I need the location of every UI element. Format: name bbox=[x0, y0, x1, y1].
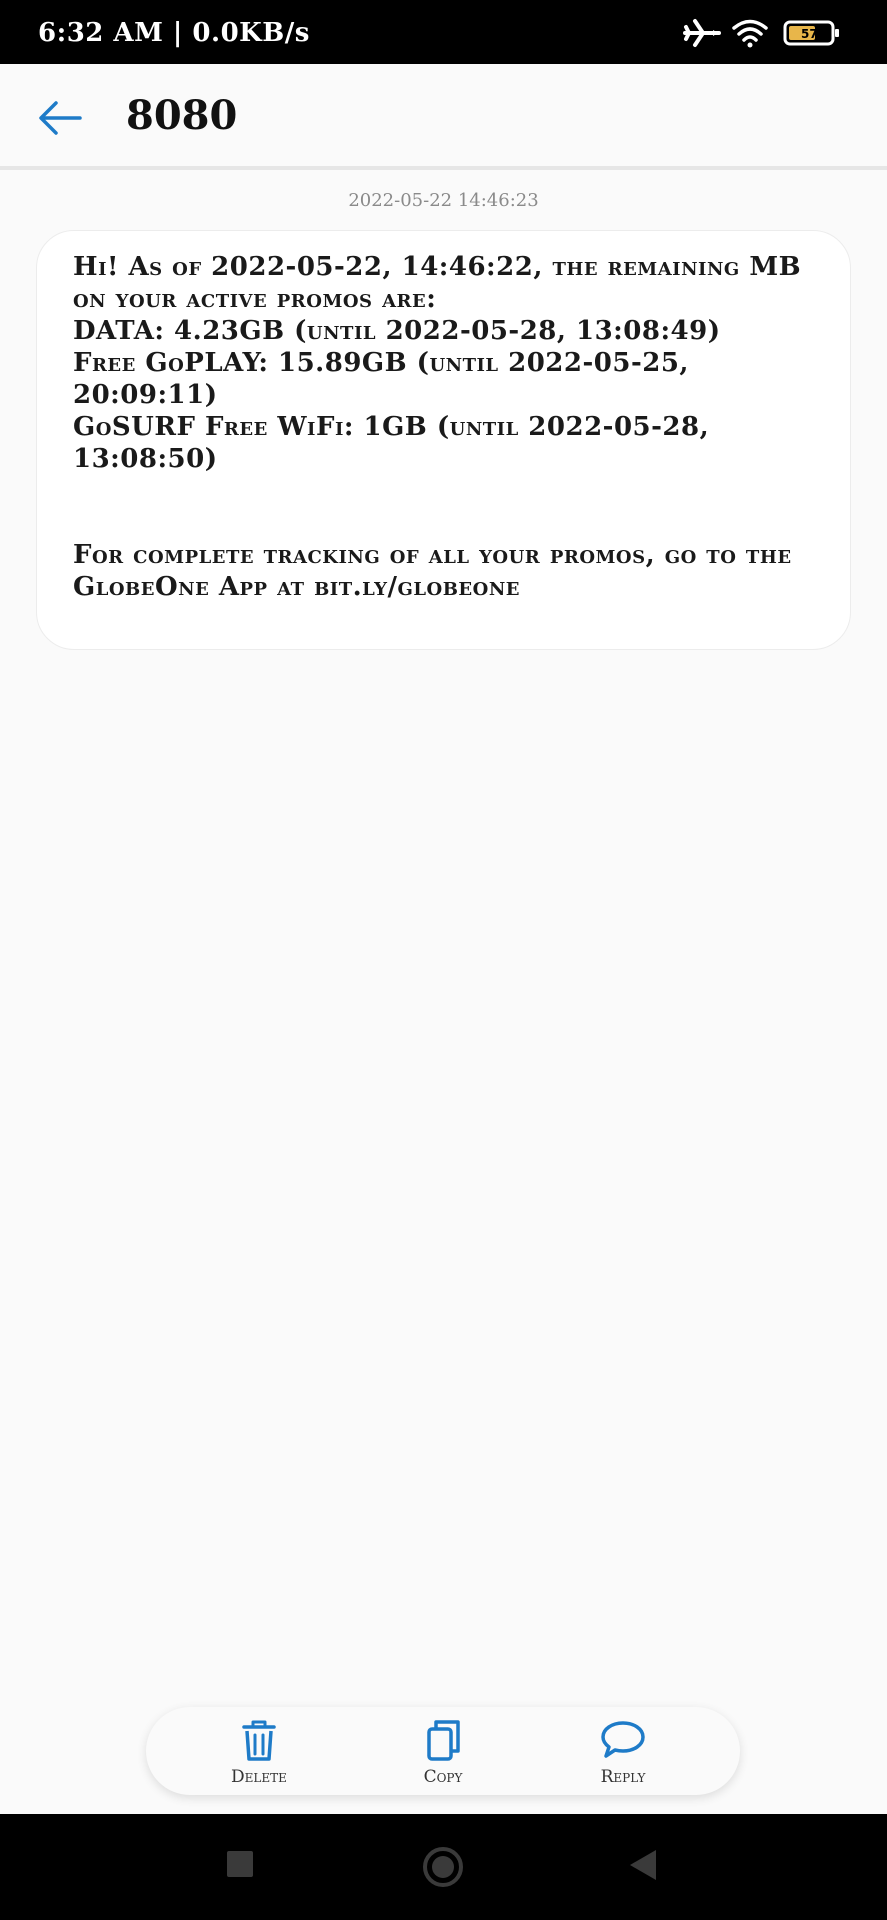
message-bubble[interactable]: Hi! As of 2022-05-22, 14:46:22, the rema… bbox=[36, 230, 851, 650]
message-body: Hi! As of 2022-05-22, 14:46:22, the rema… bbox=[73, 252, 802, 602]
copy-button[interactable]: Copy bbox=[373, 1707, 513, 1795]
message-timestamp: 2022-05-22 14:46:23 bbox=[348, 190, 539, 211]
trash-icon bbox=[242, 1720, 276, 1761]
conversation-header: 8080 bbox=[0, 64, 887, 170]
home-circle-icon[interactable] bbox=[422, 1846, 464, 1888]
reply-button[interactable]: Reply bbox=[553, 1707, 693, 1795]
message-detail-screen: 6:32 AM | 0.0KB/s 57 8080 2022-05-22 14:… bbox=[0, 0, 887, 1920]
status-icons: 57 bbox=[683, 18, 843, 48]
copy-icon bbox=[427, 1720, 460, 1761]
battery-level-text: 57 bbox=[801, 27, 818, 41]
delete-label: Delete bbox=[231, 1767, 287, 1787]
message-action-bar: Delete Copy Reply bbox=[146, 1707, 740, 1795]
wifi-icon bbox=[732, 19, 768, 48]
page-title: 8080 bbox=[126, 92, 238, 139]
arrow-left-icon[interactable] bbox=[36, 94, 84, 142]
airplane-icon bbox=[683, 19, 721, 47]
system-nav-bar bbox=[0, 1814, 887, 1920]
chat-bubble-icon bbox=[601, 1721, 645, 1758]
battery-icon: 57 bbox=[783, 20, 839, 46]
recents-square-icon[interactable] bbox=[226, 1850, 254, 1878]
copy-label: Copy bbox=[423, 1767, 463, 1787]
status-bar: 6:32 AM | 0.0KB/s 57 bbox=[0, 0, 887, 64]
delete-button[interactable]: Delete bbox=[189, 1707, 329, 1795]
back-triangle-icon[interactable] bbox=[628, 1848, 658, 1882]
status-time-speed: 6:32 AM | 0.0KB/s bbox=[38, 18, 310, 48]
reply-label: Reply bbox=[600, 1767, 646, 1787]
